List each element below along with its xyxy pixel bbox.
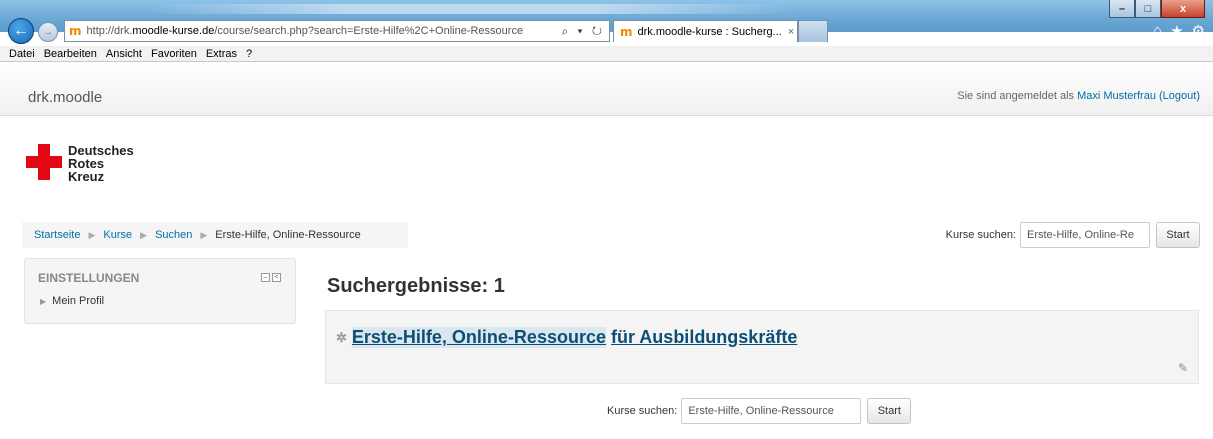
breadcrumb: Startseite ▶ Kurse ▶ Suchen ▶ Erste-Hilf…	[22, 222, 408, 248]
settings-block: EINSTELLUNGEN – < ▶ Mein Profil	[24, 258, 296, 324]
settings-block-title: EINSTELLUNGEN	[38, 271, 140, 285]
breadcrumb-current: Erste-Hilfe, Online-Ressource	[215, 229, 361, 241]
menu-extras[interactable]: Extras	[206, 48, 237, 60]
user-profile-link[interactable]: Maxi Musterfrau	[1077, 90, 1156, 102]
logo-text: Deutsches Rotes Kreuz	[68, 143, 134, 184]
login-info: Sie sind angemeldet als Maxi Musterfrau …	[957, 90, 1200, 102]
back-button[interactable]: ←	[8, 18, 34, 44]
bottom-course-search: Kurse suchen: Erste-Hilfe, Online-Ressou…	[607, 398, 912, 424]
edit-icon[interactable]: ✎	[1178, 361, 1188, 375]
breadcrumb-home[interactable]: Startseite	[34, 229, 80, 241]
menu-datei[interactable]: Datei	[9, 48, 35, 60]
logout-link[interactable]: (Logout)	[1159, 90, 1200, 102]
favorites-star-icon[interactable]: ★	[1170, 22, 1183, 40]
drk-logo[interactable]: Deutsches Rotes Kreuz	[26, 144, 166, 188]
red-cross-icon	[26, 144, 62, 180]
course-result: ✲ Erste-Hilfe, Online-Ressource für Ausb…	[325, 310, 1199, 384]
top-search-input[interactable]: Erste-Hilfe, Online-Re	[1020, 222, 1150, 248]
bottom-search-start-button[interactable]: Start	[867, 398, 912, 424]
home-icon[interactable]: ⌂	[1153, 22, 1162, 40]
settings-item-profile[interactable]: ▶ Mein Profil	[40, 295, 104, 307]
browser-navbar: ← → m http://drk.moodle-kurse.de/course/…	[0, 16, 1213, 46]
expand-arrow-icon: ▶	[40, 296, 47, 306]
menu-favoriten[interactable]: Favoriten	[151, 48, 197, 60]
course-title-highlight[interactable]: Erste-Hilfe, Online-Ressource	[351, 327, 606, 348]
forward-button[interactable]: →	[38, 22, 58, 42]
address-bar[interactable]: m http://drk.moodle-kurse.de/course/sear…	[64, 20, 610, 42]
site-favicon-icon: m	[69, 24, 82, 38]
course-icon: ✲	[336, 329, 347, 345]
course-title-link[interactable]: ✲ Erste-Hilfe, Online-Ressource für Ausb…	[336, 327, 797, 348]
bottom-search-input[interactable]: Erste-Hilfe, Online-Ressource	[681, 398, 862, 424]
menu-help[interactable]: ?	[246, 48, 252, 60]
collapse-block-icon[interactable]: –	[261, 273, 270, 282]
tab-favicon-icon: m	[620, 24, 633, 39]
site-name-link[interactable]: drk.moodle	[28, 89, 102, 106]
top-course-search: Kurse suchen: Erste-Hilfe, Online-Re Sta…	[946, 222, 1200, 248]
browser-tools: ⌂ ★ ⚙	[1153, 22, 1205, 40]
address-url: http://drk.moodle-kurse.de/course/search…	[86, 25, 524, 37]
breadcrumb-separator-icon: ▶	[88, 229, 96, 240]
settings-gear-icon[interactable]: ⚙	[1192, 22, 1205, 40]
block-controls: – <	[261, 273, 281, 282]
menu-bearbeiten[interactable]: Bearbeiten	[44, 48, 97, 60]
page-title: Suchergebnisse: 1	[327, 275, 505, 297]
tab-close-icon[interactable]: ×	[788, 26, 794, 38]
top-search-start-button[interactable]: Start	[1156, 222, 1200, 248]
tab-title: drk.moodle-kurse : Sucherg...	[637, 25, 782, 38]
login-prefix: Sie sind angemeldet als	[957, 90, 1075, 102]
moodle-header: drk.moodle Sie sind angemeldet als Maxi …	[0, 62, 1213, 116]
breadcrumb-separator-icon: ▶	[200, 229, 208, 240]
dock-block-icon[interactable]: <	[272, 273, 281, 282]
window-title	[150, 4, 790, 14]
settings-item-label: Mein Profil	[52, 295, 105, 307]
tab-active[interactable]: m drk.moodle-kurse : Sucherg... ×	[613, 20, 798, 42]
top-search-label: Kurse suchen:	[945, 229, 1016, 241]
menu-ansicht[interactable]: Ansicht	[106, 48, 142, 60]
breadcrumb-search[interactable]: Suchen	[155, 229, 192, 241]
breadcrumb-separator-icon: ▶	[140, 229, 148, 240]
address-tools-icon[interactable]: ⌕ ▾ ↻	[561, 24, 605, 39]
new-tab-button[interactable]	[798, 20, 828, 42]
bottom-search-label: Kurse suchen:	[607, 405, 678, 417]
menu-bar: Datei Bearbeiten Ansicht Favoriten Extra…	[0, 46, 1213, 62]
breadcrumb-courses[interactable]: Kurse	[103, 229, 132, 241]
course-title-rest[interactable]: für Ausbildungskräfte	[611, 327, 797, 348]
